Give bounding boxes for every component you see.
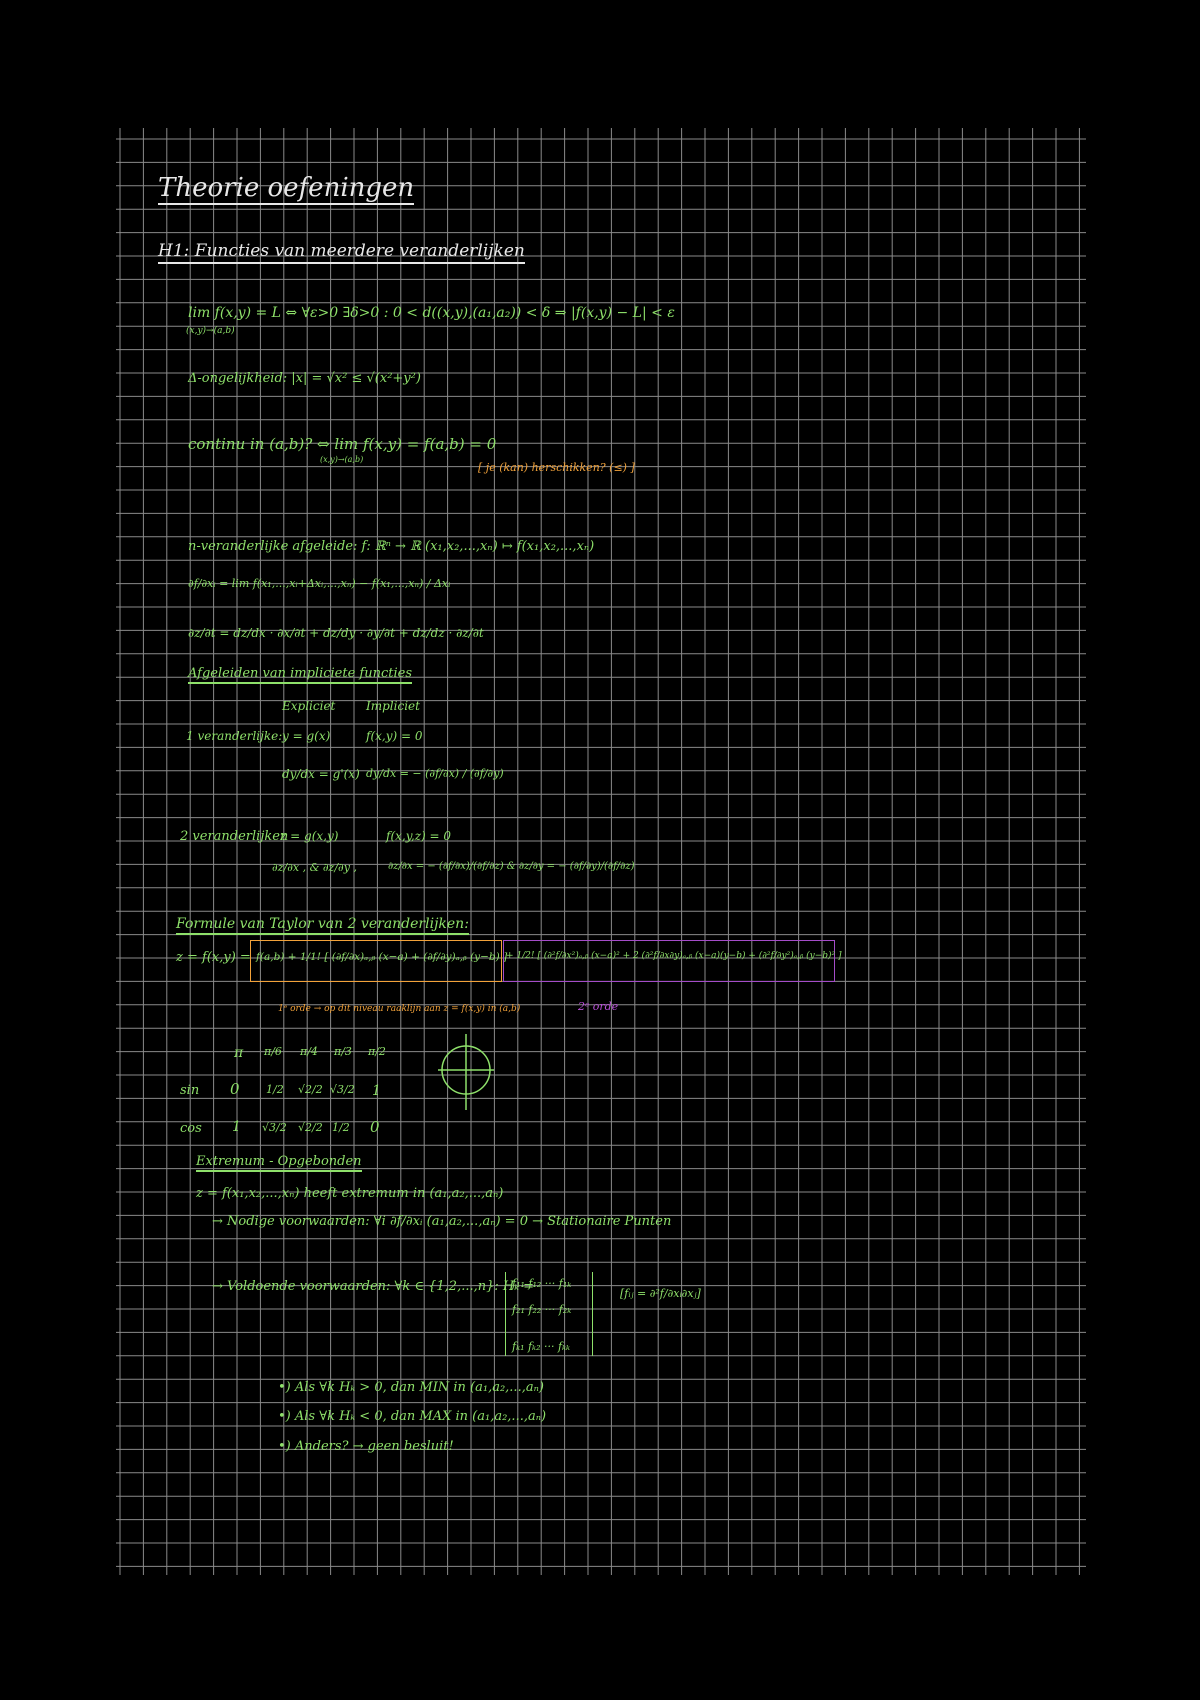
- extrema-definition: z = f(x₁,x₂,...,xₙ) heeft extremum in (a…: [196, 1186, 504, 1201]
- chain-rule: ∂z/∂t = dz/dx · ∂x/∂t + dz/dy · ∂y/∂t + …: [188, 626, 484, 640]
- one-variable-explicit-derivative: dy/dx = g'(x): [282, 767, 360, 781]
- sin-value: 0: [230, 1080, 240, 1098]
- condition-else: •) Anders? → geen besluit!: [278, 1439, 454, 1454]
- unit-angle: π: [234, 1045, 244, 1061]
- continuity-note: [ je (kan) herschikken? (≤) ]: [478, 461, 635, 474]
- sin-value: √2/2: [298, 1083, 323, 1096]
- page-title: Theorie oefeningen: [158, 173, 415, 205]
- hessian-row: f₂₁ f₂₂ ··· f₂ₖ: [512, 1303, 572, 1316]
- taylor-lhs: z = f(x,y) =: [176, 950, 251, 965]
- sin-label: sin: [180, 1083, 200, 1098]
- limit-subscript: (x,y)→(a,b): [186, 326, 235, 336]
- continuity-definition: continu in (a,b)? ⇔ lim f(x,y) = f(a,b) …: [188, 435, 497, 453]
- continuity-subscript: (x,y)→(a,b): [320, 455, 364, 464]
- taylor-second-order-note: 2ᵉ orde: [578, 1000, 619, 1013]
- unit-angle: π/3: [334, 1045, 352, 1058]
- hessian-entry-note: [fᵢⱼ = ∂²f/∂xᵢ∂xⱼ]: [620, 1287, 701, 1300]
- two-variables-explicit-derivative: ∂z/∂x , & ∂z/∂y ,: [272, 861, 357, 874]
- triangle-inequality: Δ-ongelijkheid: |x| = √x² ≤ √(x²+y²): [188, 371, 421, 386]
- sin-value: 1/2: [266, 1083, 284, 1096]
- one-variable-explicit: y = g(x): [282, 729, 331, 743]
- n-variable-derivative: n-veranderlijke afgeleide: f: ℝⁿ → ℝ (x₁…: [188, 539, 595, 554]
- unit-angle: π/2: [368, 1045, 386, 1058]
- one-variable-implicit: f(x,y) = 0: [366, 729, 423, 743]
- extrema-sufficient-conditions: → Voldoende voorwaarden: ∀k ∈ {1,2,...,n…: [212, 1279, 534, 1294]
- partial-derivative-definition: ∂f/∂xᵢ = lim f(x₁,...,xᵢ+Δxᵢ,...,xₙ) − f…: [188, 577, 451, 590]
- limit-definition: lim f(x,y) = L ⇔ ∀ε>0 ∃δ>0 : 0 < d((x,y)…: [188, 305, 675, 321]
- cos-value: √2/2: [298, 1121, 323, 1134]
- hessian-row: fₖ₁ fₖ₂ ··· fₖₖ: [512, 1340, 571, 1353]
- sin-value: 1: [372, 1083, 381, 1099]
- two-variables-explicit: z = g(x,y): [280, 829, 339, 843]
- cos-label: cos: [180, 1121, 202, 1136]
- taylor-title: Formule van Taylor van 2 veranderlijken:: [176, 917, 469, 935]
- extrema-necessary-conditions: → Nodige voorwaarden: ∀i ∂f/∂xᵢ (a₁,a₂,.…: [212, 1214, 672, 1229]
- chapter-heading: H1: Functies van meerdere veranderlijken: [158, 243, 525, 264]
- implicit-functions-title: Afgeleiden van impliciete functies: [188, 667, 413, 684]
- taylor-first-order: f(a,b) + 1/1! [ (∂f/∂x)ₐ,ᵦ (x−a) + (∂f/∂…: [256, 951, 508, 963]
- cos-value: 1: [232, 1119, 241, 1135]
- cos-value: √3/2: [262, 1121, 287, 1134]
- one-variable-implicit-derivative: dy/dx = − (∂f/∂x) / (∂f/∂y): [366, 767, 504, 780]
- sin-value: √3/2: [330, 1083, 355, 1096]
- column-explicit: Expliciet: [282, 699, 336, 713]
- unit-circle-sketch: [438, 1034, 494, 1110]
- cos-value: 0: [370, 1118, 380, 1136]
- extrema-title: Extremum - Opgebonden: [196, 1155, 362, 1172]
- unit-angle: π/6: [264, 1045, 282, 1058]
- unit-angle: π/4: [300, 1045, 318, 1058]
- cos-value: 1/2: [332, 1121, 350, 1134]
- taylor-second-order: + 1/2! [ (∂²f/∂x²)ₐ,ᵦ (x−a)² + 2 (∂²f/∂x…: [506, 951, 842, 961]
- condition-max: •) Als ∀k Hₖ < 0, dan MAX in (a₁,a₂,...,…: [278, 1409, 547, 1424]
- one-variable-label: 1 veranderlijke:: [186, 729, 283, 743]
- two-variables-label: 2 veranderlijken: [180, 829, 289, 844]
- column-implicit: Impliciet: [366, 699, 420, 713]
- condition-min: •) Als ∀k Hₖ > 0, dan MIN in (a₁,a₂,...,…: [278, 1380, 544, 1395]
- two-variables-implicit: f(x,y,z) = 0: [386, 829, 452, 843]
- taylor-first-order-note: 1ᵉ orde → op dit niveau raaklijn aan z =…: [278, 1004, 521, 1014]
- two-variables-implicit-derivative: ∂z/∂x = − (∂f/∂x)/(∂f/∂z) & ∂z/∂y = − (∂…: [388, 861, 635, 872]
- hessian-row: f₁₁ f₁₂ ··· f₁ₖ: [512, 1277, 572, 1290]
- taylor-second-order-box: [503, 940, 835, 982]
